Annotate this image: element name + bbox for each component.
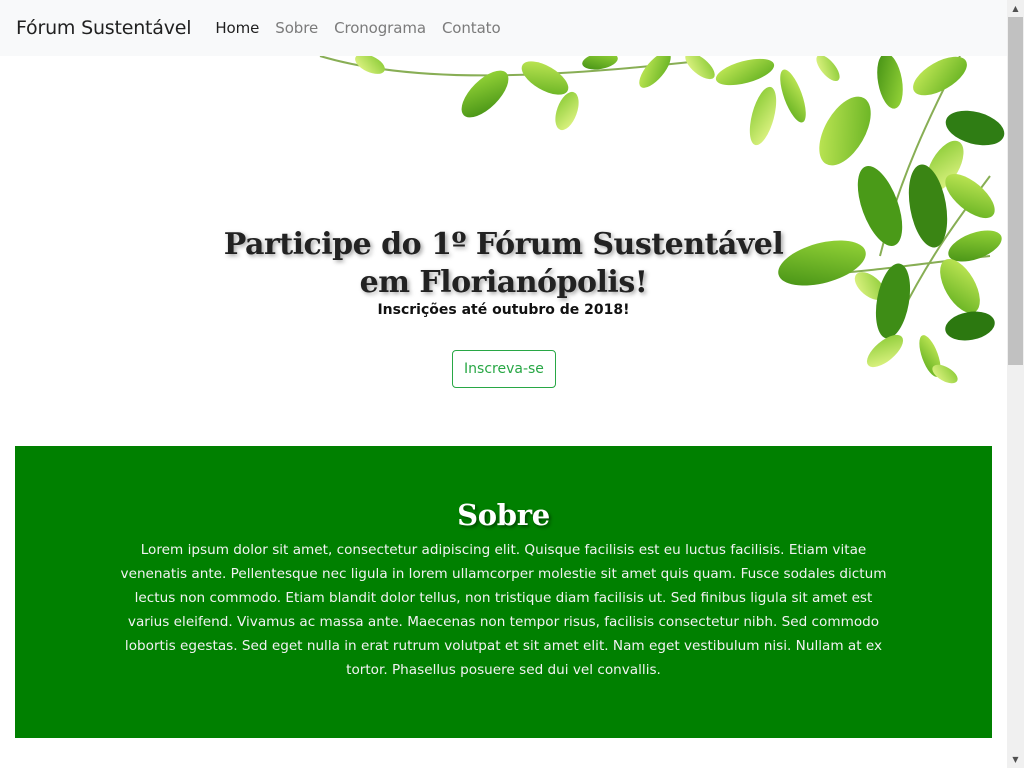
nav-link-sobre[interactable]: Sobre xyxy=(275,19,318,37)
scroll-down-arrow-icon[interactable]: ▼ xyxy=(1007,751,1024,768)
scroll-up-arrow-icon[interactable]: ▲ xyxy=(1007,0,1024,17)
nav-link-contato[interactable]: Contato xyxy=(442,19,501,37)
nav-link-cronograma[interactable]: Cronograma xyxy=(334,19,426,37)
sobre-body-text: Lorem ipsum dolor sit amet, consectetur … xyxy=(120,542,887,678)
hero-subtitle: Inscrições até outubro de 2018! xyxy=(377,302,630,318)
navbar: Fórum Sustentável Home Sobre Cronograma … xyxy=(0,0,1007,56)
sobre-section: Sobre Lorem ipsum dolor sit amet, consec… xyxy=(15,446,992,738)
brand-logo[interactable]: Fórum Sustentável xyxy=(16,17,192,39)
sobre-heading: Sobre xyxy=(457,498,550,532)
hero-title: Participe do 1º Fórum Sustentável em Flo… xyxy=(0,226,1007,302)
hero-title-line-1: Participe do 1º Fórum Sustentável xyxy=(223,227,784,262)
hero-section: Participe do 1º Fórum Sustentável em Flo… xyxy=(0,56,1007,446)
hero-title-line-2: em Florianópolis! xyxy=(359,265,648,300)
inscreva-se-button[interactable]: Inscreva-se xyxy=(452,350,556,388)
scrollbar-thumb[interactable] xyxy=(1008,17,1023,365)
vertical-scrollbar[interactable]: ▲ ▼ xyxy=(1007,0,1024,768)
nav-link-home[interactable]: Home xyxy=(215,19,259,37)
